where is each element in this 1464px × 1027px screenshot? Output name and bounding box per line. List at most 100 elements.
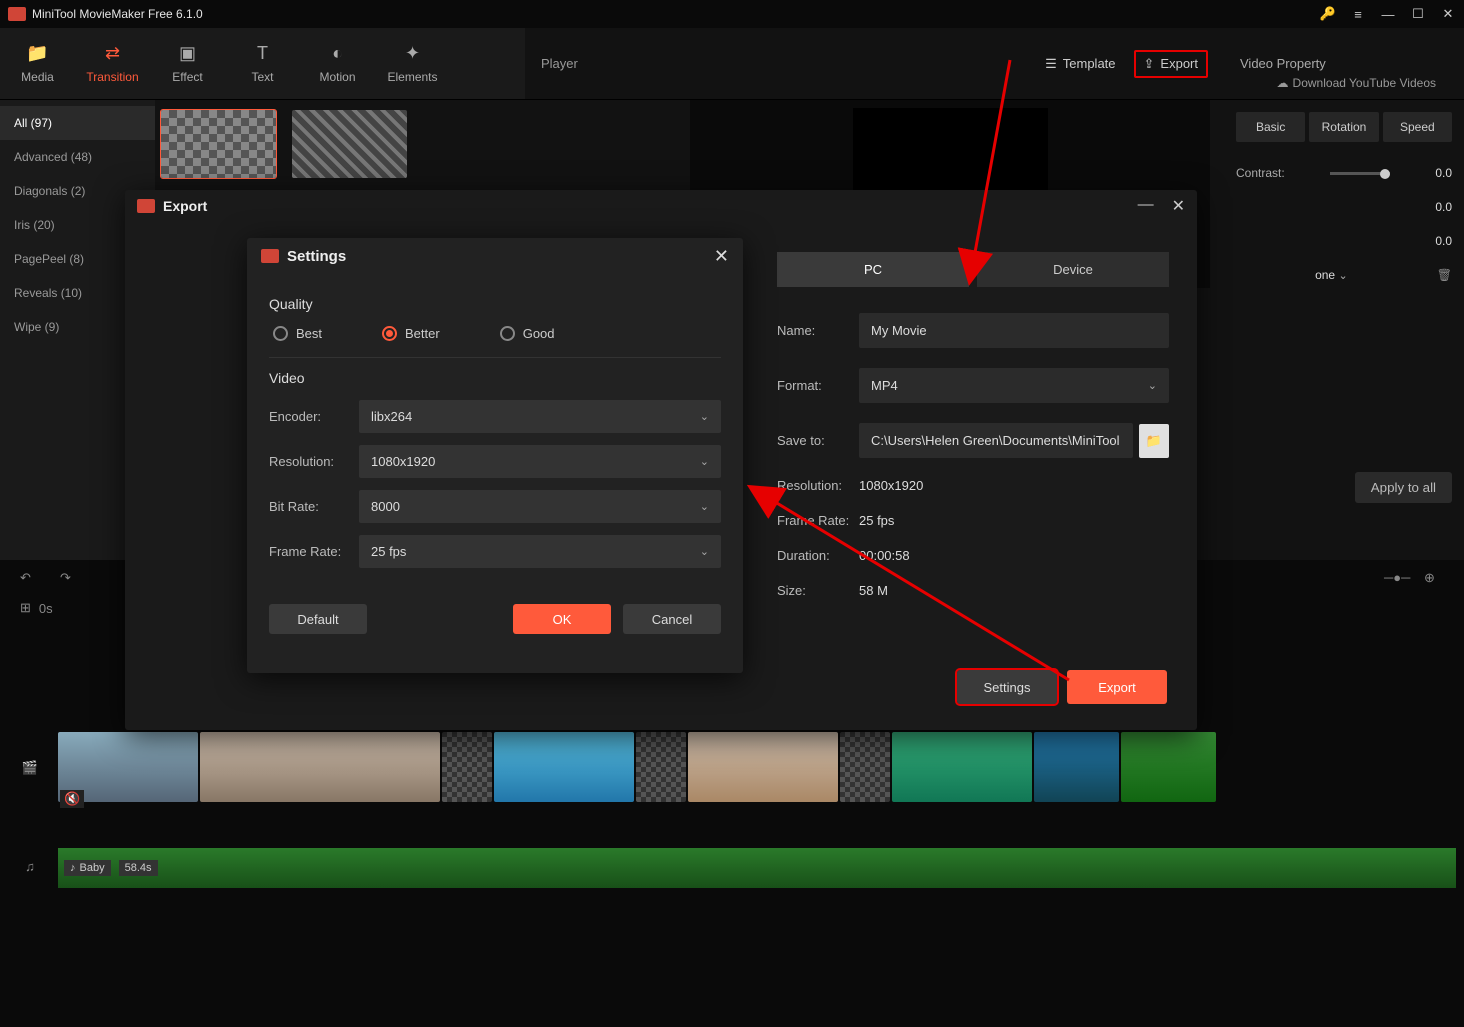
settings-dialog: Settings ✕ Quality Best Better Good Vide…: [247, 238, 743, 673]
delete-icon[interactable]: 🗑: [1437, 268, 1452, 282]
export-dialog-title: Export: [163, 198, 1138, 214]
settings-dialog-title: Settings: [287, 248, 714, 265]
app-title: MiniTool MovieMaker Free 6.1.0: [32, 7, 1320, 21]
export-tab-pc[interactable]: PC: [777, 252, 969, 287]
quality-better-radio[interactable]: Better: [382, 326, 440, 341]
resolution-select[interactable]: 1080x1920⌄: [359, 445, 721, 478]
menu-icon[interactable]: ≡: [1350, 6, 1366, 22]
redo-icon[interactable]: ↷: [60, 570, 80, 590]
audio-track-icon[interactable]: ♫: [18, 854, 42, 878]
minimize-icon[interactable]: —: [1380, 6, 1396, 22]
app-logo-icon: [261, 249, 279, 263]
prop-tab-speed[interactable]: Speed: [1383, 112, 1452, 142]
video-clip[interactable]: [892, 732, 1032, 802]
transition-thumb[interactable]: [292, 110, 407, 178]
license-key-icon[interactable]: 🔑: [1320, 6, 1336, 22]
chevron-down-icon: ⌄: [1148, 379, 1157, 392]
minimize-icon[interactable]: —: [1138, 196, 1154, 216]
tab-media[interactable]: 📁 Media: [0, 28, 75, 99]
video-track-icon[interactable]: 🎬: [18, 756, 42, 780]
chevron-down-icon: ⌄: [700, 410, 709, 423]
video-clip[interactable]: [200, 732, 440, 802]
tab-media-label: Media: [21, 70, 54, 84]
framerate-select[interactable]: 25 fps⌄: [359, 535, 721, 568]
chevron-down-icon: ⌄: [700, 455, 709, 468]
format-select[interactable]: MP4⌄: [859, 368, 1169, 403]
close-icon[interactable]: ✕: [714, 246, 729, 267]
transition-icon: ⇄: [105, 43, 120, 64]
transition-gap[interactable]: [840, 732, 890, 802]
undo-icon[interactable]: ↶: [20, 570, 40, 590]
add-track-icon[interactable]: ⊞: [20, 600, 31, 616]
maximize-icon[interactable]: ☐: [1410, 6, 1426, 22]
titlebar: MiniTool MovieMaker Free 6.1.0 🔑 ≡ — ☐ ✕: [0, 0, 1464, 28]
video-section-label: Video: [269, 370, 721, 386]
ok-button[interactable]: OK: [513, 604, 611, 634]
app-logo-icon: [8, 7, 26, 21]
bitrate-select[interactable]: 8000⌄: [359, 490, 721, 523]
quality-good-radio[interactable]: Good: [500, 326, 555, 341]
default-button[interactable]: Default: [269, 604, 367, 634]
contrast-slider[interactable]: [1330, 172, 1390, 175]
prop-tab-rotation[interactable]: Rotation: [1309, 112, 1378, 142]
close-icon[interactable]: ✕: [1172, 196, 1185, 216]
size-label: Size:: [777, 583, 859, 598]
zoom-slider-knob[interactable]: ─●─: [1384, 570, 1404, 590]
prop-tab-basic[interactable]: Basic: [1236, 112, 1305, 142]
quality-section-label: Quality: [269, 296, 721, 312]
prop-value: 0.0: [1435, 200, 1452, 214]
resolution-value: 1080x1920: [859, 478, 923, 493]
name-input[interactable]: [859, 313, 1169, 348]
prop-value: 0.0: [1435, 234, 1452, 248]
size-value: 58 M: [859, 583, 888, 598]
sidebar-item-advanced[interactable]: Advanced (48): [0, 140, 155, 174]
encoder-select[interactable]: libx264⌄: [359, 400, 721, 433]
video-track[interactable]: 🔇: [58, 732, 1456, 808]
video-clip[interactable]: [1121, 732, 1216, 802]
framerate-value: 25 fps: [859, 513, 894, 528]
export-confirm-button[interactable]: Export: [1067, 670, 1167, 704]
browse-folder-button[interactable]: 📁: [1139, 424, 1169, 458]
transition-gap[interactable]: [636, 732, 686, 802]
video-property-panel: Basic Rotation Speed Contrast:0.0 0.0 0.…: [1224, 100, 1464, 560]
chevron-down-icon: ⌄: [1338, 270, 1347, 282]
saveto-label: Save to:: [777, 433, 859, 448]
app-logo-icon: [137, 199, 155, 213]
transition-thumb[interactable]: [161, 110, 276, 178]
settings-button[interactable]: Settings: [957, 670, 1057, 704]
sidebar-item-all[interactable]: All (97): [0, 106, 155, 140]
folder-icon: 📁: [26, 43, 48, 64]
close-icon[interactable]: ✕: [1440, 6, 1456, 22]
resolution-label: Resolution:: [777, 478, 859, 493]
video-clip[interactable]: [1034, 732, 1119, 802]
download-youtube-link[interactable]: ☁ Download YouTube Videos: [1277, 76, 1450, 90]
saveto-input[interactable]: [859, 423, 1133, 458]
elements-icon: ✦: [405, 43, 420, 64]
export-tab-device[interactable]: Device: [977, 252, 1169, 287]
chevron-down-icon: ⌄: [700, 500, 709, 513]
duration-value: 00:00:58: [859, 548, 910, 563]
timeline-start: 0s: [39, 601, 53, 616]
video-clip[interactable]: [688, 732, 838, 802]
duration-label: Duration:: [777, 548, 859, 563]
apply-to-all-button[interactable]: Apply to all: [1355, 472, 1452, 503]
cancel-button[interactable]: Cancel: [623, 604, 721, 634]
tab-transition[interactable]: ⇄Transition: [75, 28, 150, 99]
encoder-label: Encoder:: [269, 409, 359, 424]
quality-best-radio[interactable]: Best: [273, 326, 322, 341]
zoom-in-icon[interactable]: ⊕: [1424, 570, 1444, 590]
framerate-label: Frame Rate:: [269, 544, 359, 559]
audio-clip-duration: 58.4s: [119, 860, 158, 876]
transition-gap[interactable]: [442, 732, 492, 802]
prop-dropdown[interactable]: one ⌄: [1315, 268, 1348, 282]
format-label: Format:: [777, 378, 859, 393]
video-clip[interactable]: [494, 732, 634, 802]
resolution-label: Resolution:: [269, 454, 359, 469]
effect-icon: ▣: [179, 43, 196, 64]
audio-track[interactable]: ♪ Baby 58.4s: [58, 848, 1456, 888]
folder-icon: 📁: [1146, 433, 1162, 449]
mute-icon[interactable]: 🔇: [60, 790, 84, 808]
motion-icon: ◐: [332, 43, 343, 64]
contrast-label: Contrast:: [1236, 166, 1285, 180]
audio-clip[interactable]: ♪ Baby 58.4s: [58, 848, 1456, 888]
